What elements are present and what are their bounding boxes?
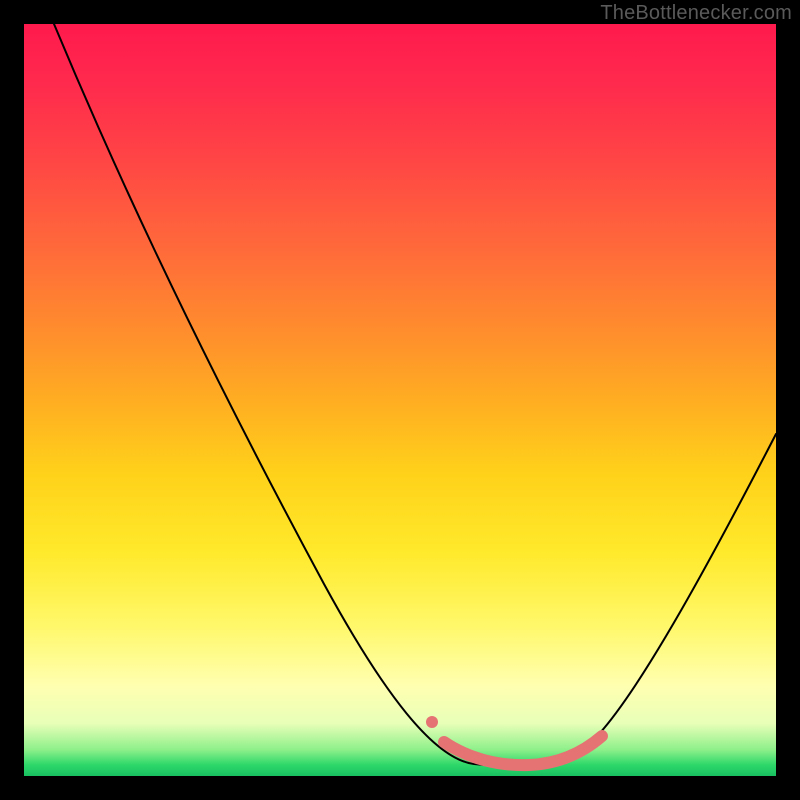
chart-frame: TheBottlenecker.com [0,0,800,800]
plot-area [24,24,776,776]
curve-svg [24,24,776,776]
optimal-range-start-dot [426,716,438,728]
watermark-text: TheBottlenecker.com [600,2,792,25]
optimal-range-highlight [444,736,602,765]
bottleneck-curve [54,24,776,766]
